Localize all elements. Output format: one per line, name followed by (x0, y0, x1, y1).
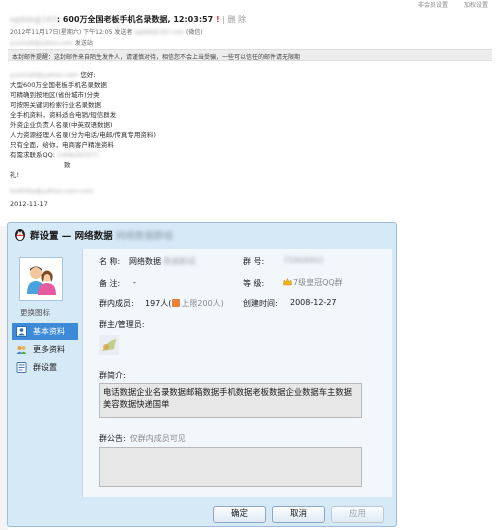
group-people-icon (27, 266, 56, 295)
greeting-recipient: yunmall@yahoo.com (10, 71, 79, 79)
email-line-6: 只有全面，给你，电商客户精准资料 (10, 141, 114, 149)
ok-button[interactable]: 确定 (213, 506, 266, 523)
crown-icon (283, 278, 292, 286)
intro-label: 群简介: (99, 371, 126, 380)
email-meta-sender: sgdsb@163.com (134, 29, 185, 36)
level-value: 7级皇冠QQ群 (283, 277, 343, 288)
email-recipient: yunmall@yahoo.com 发送站 (10, 38, 93, 47)
dialog-title-blur: 网络数据群组 (115, 231, 173, 242)
email-subject: sgdsb@163: 600万全国老板手机名录数据, 12:03:57 ! | … (10, 14, 246, 25)
dialog-sidebar: 更换图标 基本资料 更多资料 群设置 (10, 249, 80, 525)
admin-avatar[interactable] (99, 335, 119, 355)
group-settings-dialog: 群设置 — 网络数据 网络数据群组 更换图标 基本资料 更多资料 群设置 名 称… (7, 222, 397, 527)
email-top-link-1[interactable]: 加权设置 (464, 2, 488, 9)
created-value: 2008-12-27 (290, 298, 337, 307)
notice-label: 群公告: 仅群内成员可见 (99, 433, 186, 444)
qq-penguin-icon (15, 229, 25, 241)
members-count: 197人( (145, 299, 172, 308)
email-line-5: 人力资源经理人名录(分为电话/电邮/传真专用资料) (10, 131, 156, 139)
members-value: 197人( 上限200人) (145, 298, 224, 309)
email-signature: kxdnkly@yahoo.com.com (10, 187, 94, 195)
notice-textbox[interactable] (99, 447, 362, 487)
apply-button[interactable]: 应用 (331, 506, 384, 523)
email-line-4: 外资企业负责人名录(中英双语数据) (10, 121, 113, 129)
email-line-3: 全手机资料，资料适合电销/短信群发 (10, 111, 117, 119)
email-subject-sender: sgdsb@163 (10, 15, 57, 24)
dialog-titlebar[interactable]: 群设置 — 网络数据 网络数据群组 (8, 223, 396, 247)
email-view: 非会员设置 加权设置 sgdsb@163: 600万全国老板手机名录数据, 12… (0, 0, 500, 230)
nav-more-info[interactable]: 更多资料 (12, 341, 78, 358)
dialog-title: 群设置 — 网络数据 网络数据群组 (30, 228, 173, 242)
notice-label-text: 群公告: (99, 434, 126, 443)
group-number-value: 75868802 (283, 256, 324, 265)
change-icon-link[interactable]: 更换图标 (20, 307, 50, 318)
email-line-9: 礼! (10, 171, 20, 179)
profile-icon (16, 326, 27, 337)
group-avatar[interactable] (19, 257, 63, 301)
dialog-title-text: 群设置 — 网络数据 (30, 231, 113, 242)
created-label: 创建时间: (243, 299, 278, 308)
notice-placeholder: 仅群内成员可见 (129, 434, 186, 443)
important-mark: ! (215, 15, 220, 24)
email-top-link-0[interactable]: 非会员设置 (418, 2, 448, 9)
email-greeting: yunmall@yahoo.com 您好: (10, 70, 156, 80)
email-recipient-label: 发送站 (73, 40, 93, 47)
greeting-text: 您好: (78, 71, 96, 79)
admins-label: 群主/管理员: (99, 320, 145, 329)
email-meta-tail: (微信) (184, 29, 203, 36)
email-meta-date: 2012年11月17日(星期六) 下午12:05 发送者 (10, 29, 135, 36)
email-body: yunmall@yahoo.com 您好: 大型600万全国老板手机名录数据 可… (10, 70, 156, 209)
name-blur: 数据群组 (163, 257, 196, 266)
nav-group-settings[interactable]: 群设置 (12, 359, 78, 376)
more-info-icon (16, 346, 27, 354)
remark-value[interactable]: - (133, 278, 136, 287)
email-line-1: 可精确到按地区(省份城市)分类 (10, 91, 100, 99)
nav-basic-info-label: 基本资料 (33, 327, 65, 336)
basic-info-panel: 名 称: 网络数据 数据群组 群 号: 75868802 备 注: - 等 级:… (82, 249, 392, 497)
security-notice-bar: 本封邮件提醒：这封邮件来自陌生发件人，请谨慎对待，相信您不会上当受骗，一些可以信… (8, 49, 492, 61)
member-cap-icon (172, 299, 181, 307)
cancel-button[interactable]: 取消 (272, 506, 325, 523)
group-settings-icon (16, 362, 27, 373)
members-cap: 上限200人) (181, 299, 224, 308)
members-label: 群内成员: (99, 299, 134, 308)
nav-more-info-label: 更多资料 (33, 345, 65, 354)
email-line-0: 大型600万全国老板手机名录数据 (10, 81, 107, 89)
nav-basic-info[interactable]: 基本资料 (12, 323, 78, 340)
nav-group-settings-label: 群设置 (33, 363, 57, 372)
delete-link[interactable]: | 删 除 (222, 15, 246, 24)
group-number-label: 群 号: (243, 257, 265, 266)
email-subject-text: : 600万全国老板手机名录数据, 12:03:57 (56, 15, 214, 24)
email-line-8: 致 (64, 161, 71, 169)
email-meta: 2012年11月17日(星期六) 下午12:05 发送者 sgdsb@163.c… (10, 27, 203, 36)
intro-textbox[interactable]: 电话数据企业名录数据邮箱数据手机数据老板数据企业数据车主数据美容数据快递国单 (99, 383, 362, 418)
name-label: 名 称: (99, 257, 121, 266)
level-text: 7级皇冠QQ群 (293, 278, 343, 287)
qq-label: 有需求联系QQ: (10, 151, 57, 159)
group-number-blur: 75868802 (283, 256, 324, 265)
email-date: 2012-11-17 (10, 200, 48, 208)
email-recipient-address: yunmall@yahoo.com (10, 40, 73, 47)
remark-label: 备 注: (99, 279, 121, 288)
level-label: 等 级: (243, 279, 265, 288)
name-value: 网络数据 数据群组 (129, 256, 196, 267)
name-text: 网络数据 (129, 257, 161, 266)
email-line-2: 可按照关键词检索行业名录数据 (10, 101, 101, 109)
qq-number: 1458283377 (57, 151, 99, 159)
email-line-7: 有需求联系QQ: 1458283377 (10, 150, 156, 160)
email-top-links: 非会员设置 加权设置 (404, 0, 488, 9)
